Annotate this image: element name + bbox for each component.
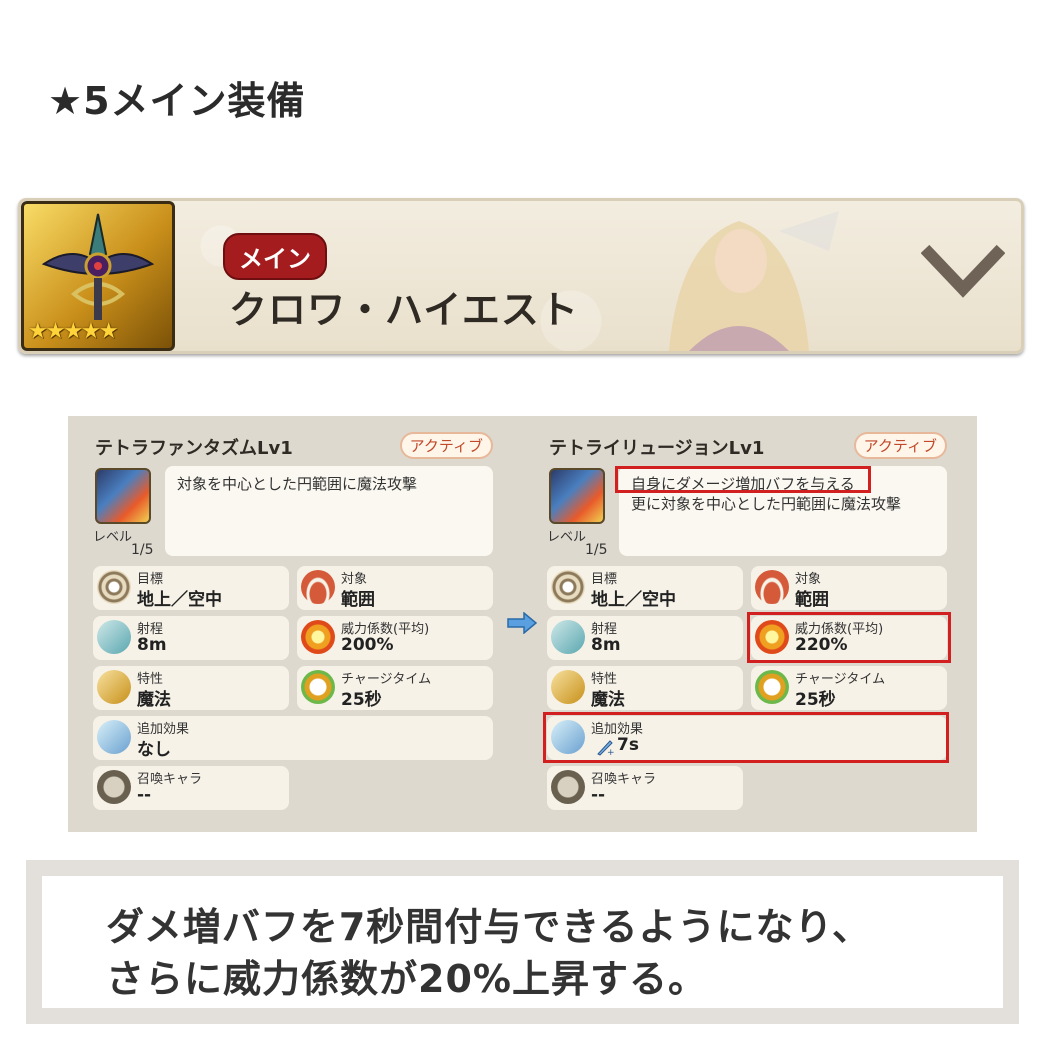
summon-icon <box>97 770 131 804</box>
stat-range: 射程 8m <box>93 616 289 660</box>
stat-value: 8m <box>591 635 621 655</box>
target-icon <box>551 570 585 604</box>
skill-name: テトラファンタズムLv1 <box>95 438 293 459</box>
skill-card-after: テトライリュージョンLv1 アクティブ レベル 1/5 自身にダメージ増加バフを… <box>543 430 951 810</box>
desc-line: 更に対象を中心とした円範囲に魔法攻撃 <box>631 495 902 513</box>
equipment-banner[interactable]: ★★★★★ メイン クロワ・ハイエスト <box>18 198 1024 354</box>
clock-icon <box>755 670 789 704</box>
chevron-down-icon[interactable] <box>921 237 1005 307</box>
stat-range: 射程 8m <box>547 616 743 660</box>
highlight-extra-effect <box>543 712 949 763</box>
stat-attribute: 特性 魔法 <box>547 666 743 710</box>
skill-type-badge: アクティブ <box>853 432 947 459</box>
stat-charge: チャージタイム 25秒 <box>297 666 493 710</box>
main-tag: メイン <box>223 233 327 280</box>
level-label: レベル <box>93 530 133 545</box>
stat-target: 目標 地上／空中 <box>93 566 289 610</box>
target-icon <box>97 570 131 604</box>
summary-inner: ダメ増バフを7秒間付与できるようになり、 さらに威力係数が20%上昇する。 <box>42 876 1003 1008</box>
skill-description: 対象を中心とした円範囲に魔法攻撃 <box>165 466 493 556</box>
stat-value: 8m <box>137 635 167 655</box>
stat-value: -- <box>137 785 152 805</box>
summary-line-2: さらに威力係数が20%上昇する。 <box>106 957 707 1001</box>
stat-object: 対象 範囲 <box>297 566 493 610</box>
skill-comparison-panel: テトラファンタズムLv1 アクティブ レベル 1/5 対象を中心とした円範囲に魔… <box>68 416 977 832</box>
sword-plus-icon <box>97 720 131 754</box>
stat-target: 目標 地上／空中 <box>547 566 743 610</box>
stat-value: 地上／空中 <box>591 590 676 610</box>
stat-value: -- <box>591 785 606 805</box>
stat-value: 200% <box>341 635 394 655</box>
skill-icon <box>549 468 605 524</box>
equipment-name: クロワ・ハイエスト <box>229 288 579 332</box>
clock-icon <box>301 670 335 704</box>
stat-power: 威力係数(平均) 200% <box>297 616 493 660</box>
stat-value: 範囲 <box>341 590 375 610</box>
stat-object: 対象 範囲 <box>751 566 947 610</box>
stat-value: 魔法 <box>137 690 171 710</box>
sword-icon <box>97 670 131 704</box>
arrow-right-icon <box>507 612 538 634</box>
level-value: 1/5 <box>585 542 608 558</box>
stat-value: 25秒 <box>795 690 836 710</box>
rarity-stars: ★★★★★ <box>28 319 119 344</box>
stat-summon: 召喚キャラ -- <box>547 766 743 810</box>
summon-icon <box>551 770 585 804</box>
sword-icon <box>551 670 585 704</box>
desc-line: 対象を中心とした円範囲に魔法攻撃 <box>177 475 418 493</box>
stat-charge: チャージタイム 25秒 <box>751 666 947 710</box>
highlight-buff-description <box>615 466 871 493</box>
level-value: 1/5 <box>131 542 154 558</box>
range-icon <box>551 620 585 654</box>
skill-type-badge: アクティブ <box>399 432 493 459</box>
equipment-icon: ★★★★★ <box>21 201 175 351</box>
page-title: ★5メイン装備 <box>48 79 306 123</box>
stat-extra-effect: 追加効果 なし <box>93 716 493 760</box>
stat-value: 魔法 <box>591 690 625 710</box>
skill-icon <box>95 468 151 524</box>
stat-attribute: 特性 魔法 <box>93 666 289 710</box>
range-icon <box>97 620 131 654</box>
stat-summon: 召喚キャラ -- <box>93 766 289 810</box>
summary-box: ダメ増バフを7秒間付与できるようになり、 さらに威力係数が20%上昇する。 <box>26 860 1019 1024</box>
area-icon <box>301 570 335 604</box>
power-icon <box>301 620 335 654</box>
summary-line-1: ダメ増バフを7秒間付与できるようになり、 <box>106 905 872 949</box>
highlight-power <box>747 612 951 663</box>
stat-value: 地上／空中 <box>137 590 222 610</box>
stat-value: 25秒 <box>341 690 382 710</box>
stat-value: なし <box>137 740 171 760</box>
skill-card-before: テトラファンタズムLv1 アクティブ レベル 1/5 対象を中心とした円範囲に魔… <box>93 430 493 810</box>
stat-value: 範囲 <box>795 590 829 610</box>
level-label: レベル <box>547 530 587 545</box>
skill-name: テトライリュージョンLv1 <box>549 438 765 459</box>
character-portrait <box>669 211 839 351</box>
area-icon <box>755 570 789 604</box>
